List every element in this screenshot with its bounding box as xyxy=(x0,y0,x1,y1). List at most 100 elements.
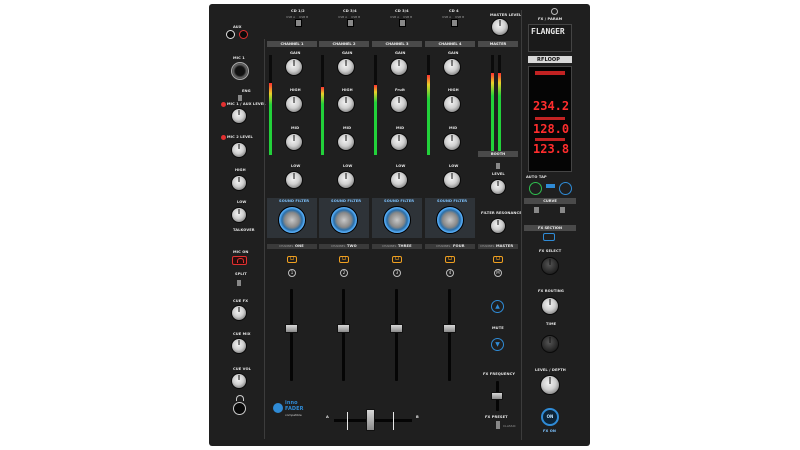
gain-knob[interactable] xyxy=(337,58,355,76)
cue-button[interactable]: Ω xyxy=(287,256,297,263)
gain-knob[interactable] xyxy=(390,58,408,76)
channel-header: CHANNEL 3 xyxy=(372,41,422,47)
headphone-jack[interactable] xyxy=(233,402,246,415)
gain-knob[interactable] xyxy=(285,58,303,76)
channel-fader[interactable] xyxy=(285,324,298,333)
selector-switch[interactable] xyxy=(451,19,458,27)
mic1-aux-level-knob[interactable] xyxy=(231,108,247,124)
mid-eq-knob[interactable] xyxy=(390,133,408,151)
split-label: SPLIT xyxy=(235,272,247,276)
aux-jack-right[interactable] xyxy=(239,30,248,39)
high-label: Fruit xyxy=(395,88,406,92)
curve-switch-right[interactable] xyxy=(560,207,565,213)
tap-button[interactable] xyxy=(559,182,572,195)
booth-level-knob[interactable] xyxy=(490,179,506,195)
cue-vol-knob[interactable] xyxy=(231,373,247,389)
sound-filter-knob[interactable] xyxy=(330,206,358,234)
master-name: MASTER xyxy=(496,244,514,248)
fader-track xyxy=(290,289,293,381)
low-eq-knob[interactable] xyxy=(443,171,461,189)
mic-low-knob[interactable] xyxy=(231,207,247,223)
fx-select-knob[interactable] xyxy=(541,257,559,275)
curve-header: CURVE xyxy=(524,198,576,204)
aux-jack-left[interactable] xyxy=(226,30,235,39)
cue-fx-knob[interactable] xyxy=(231,305,247,321)
sound-filter-label: SOUND FILTER xyxy=(437,199,468,203)
master-level-knob[interactable] xyxy=(491,18,509,36)
cue-mix-knob[interactable] xyxy=(231,338,247,354)
time-label: TIME xyxy=(546,322,557,326)
sound-filter-knob[interactable] xyxy=(383,206,411,234)
fx-section-button[interactable] xyxy=(543,233,555,241)
fx-parameter-screen: 234.2 128.0 123.8 xyxy=(528,66,572,172)
booth-switch[interactable] xyxy=(496,163,500,169)
crossfader-guide-right xyxy=(393,412,394,430)
meter-fill xyxy=(321,87,324,155)
fx-preset-switch[interactable] xyxy=(496,421,500,429)
input-selector-ch2[interactable]: CD 3/4 USB A USB B xyxy=(336,8,366,27)
gain-label: GAIN xyxy=(342,51,353,55)
headphone-icon: Ω xyxy=(290,256,294,262)
gain-knob[interactable] xyxy=(443,58,461,76)
cue-button[interactable]: Ω xyxy=(339,256,349,263)
dj-mixer-panel: CD 1/2 USB A USB B CD 3/4 USB A USB B CD… xyxy=(209,4,590,446)
level-meter xyxy=(374,55,377,155)
mic-on-button[interactable] xyxy=(232,256,247,265)
master-cue-button[interactable]: Ω xyxy=(493,256,503,263)
headphone-icon: Ω xyxy=(395,256,399,262)
input-selector-ch3[interactable]: CD 3/4 USB A USB B xyxy=(388,8,418,27)
level-depth-knob[interactable] xyxy=(540,375,560,395)
sound-filter-knob[interactable] xyxy=(436,206,464,234)
aux-label: AUX xyxy=(233,25,242,29)
mid-eq-knob[interactable] xyxy=(285,133,303,151)
low-eq-knob[interactable] xyxy=(285,171,303,189)
low-eq-knob[interactable] xyxy=(390,171,408,189)
high-eq-knob[interactable] xyxy=(443,95,461,113)
arrow-up-icon: ▲ xyxy=(495,303,500,310)
selector-switch[interactable] xyxy=(399,19,406,27)
fx-down-button[interactable]: ▼ xyxy=(491,338,504,351)
bpm-mode-bar xyxy=(535,71,565,75)
input-selector-label: CD 3/4 xyxy=(395,9,409,13)
high-eq-knob[interactable] xyxy=(285,95,303,113)
eng-switch[interactable] xyxy=(238,95,242,101)
cue-button[interactable]: Ω xyxy=(445,256,455,263)
mic1-indicator-icon xyxy=(221,102,226,107)
mic1-xlr-jack[interactable] xyxy=(231,62,249,80)
selector-switch[interactable] xyxy=(347,19,354,27)
channel-fader[interactable] xyxy=(390,324,403,333)
cue-button[interactable]: Ω xyxy=(392,256,402,263)
selector-switch[interactable] xyxy=(295,19,302,27)
split-switch[interactable] xyxy=(237,280,241,286)
mid-eq-knob[interactable] xyxy=(443,133,461,151)
mic-high-knob[interactable] xyxy=(231,175,247,191)
sound-filter-knob[interactable] xyxy=(278,206,306,234)
mid-eq-knob[interactable] xyxy=(337,133,355,151)
arrow-down-icon: ▼ xyxy=(495,341,500,348)
fx-on-button[interactable]: ON xyxy=(541,408,559,426)
filter-resonance-knob[interactable] xyxy=(490,218,506,234)
time-knob[interactable] xyxy=(541,335,559,353)
channel-fader[interactable] xyxy=(443,324,456,333)
channel-fader[interactable] xyxy=(337,324,350,333)
high-label: HIGH xyxy=(290,88,301,92)
innofader-line3: compatible xyxy=(285,413,302,417)
auto-tap-button[interactable] xyxy=(529,182,542,195)
fx-routing-knob[interactable] xyxy=(541,297,559,315)
input-selector-ch4[interactable]: CD 4 USB A USB B xyxy=(440,8,470,27)
low-label: LOW xyxy=(291,164,301,168)
crossfader[interactable] xyxy=(366,409,375,431)
fx-frequency-slider[interactable] xyxy=(491,392,503,400)
mic2-level-knob[interactable] xyxy=(231,142,247,158)
gain-label: GAIN xyxy=(290,51,301,55)
input-selector-ch1[interactable]: CD 1/2 USB A USB B xyxy=(284,8,314,27)
booth-level-label: LEVEL xyxy=(492,172,505,176)
fx-up-button[interactable]: ▲ xyxy=(491,300,504,313)
high-eq-knob[interactable] xyxy=(390,95,408,113)
sound-filter-label: SOUND FILTER xyxy=(331,199,362,203)
fader-track xyxy=(342,289,345,381)
high-eq-knob[interactable] xyxy=(337,95,355,113)
curve-switch-left[interactable] xyxy=(534,207,539,213)
low-eq-knob[interactable] xyxy=(337,171,355,189)
mic-on-label: MIC ON xyxy=(233,250,249,254)
